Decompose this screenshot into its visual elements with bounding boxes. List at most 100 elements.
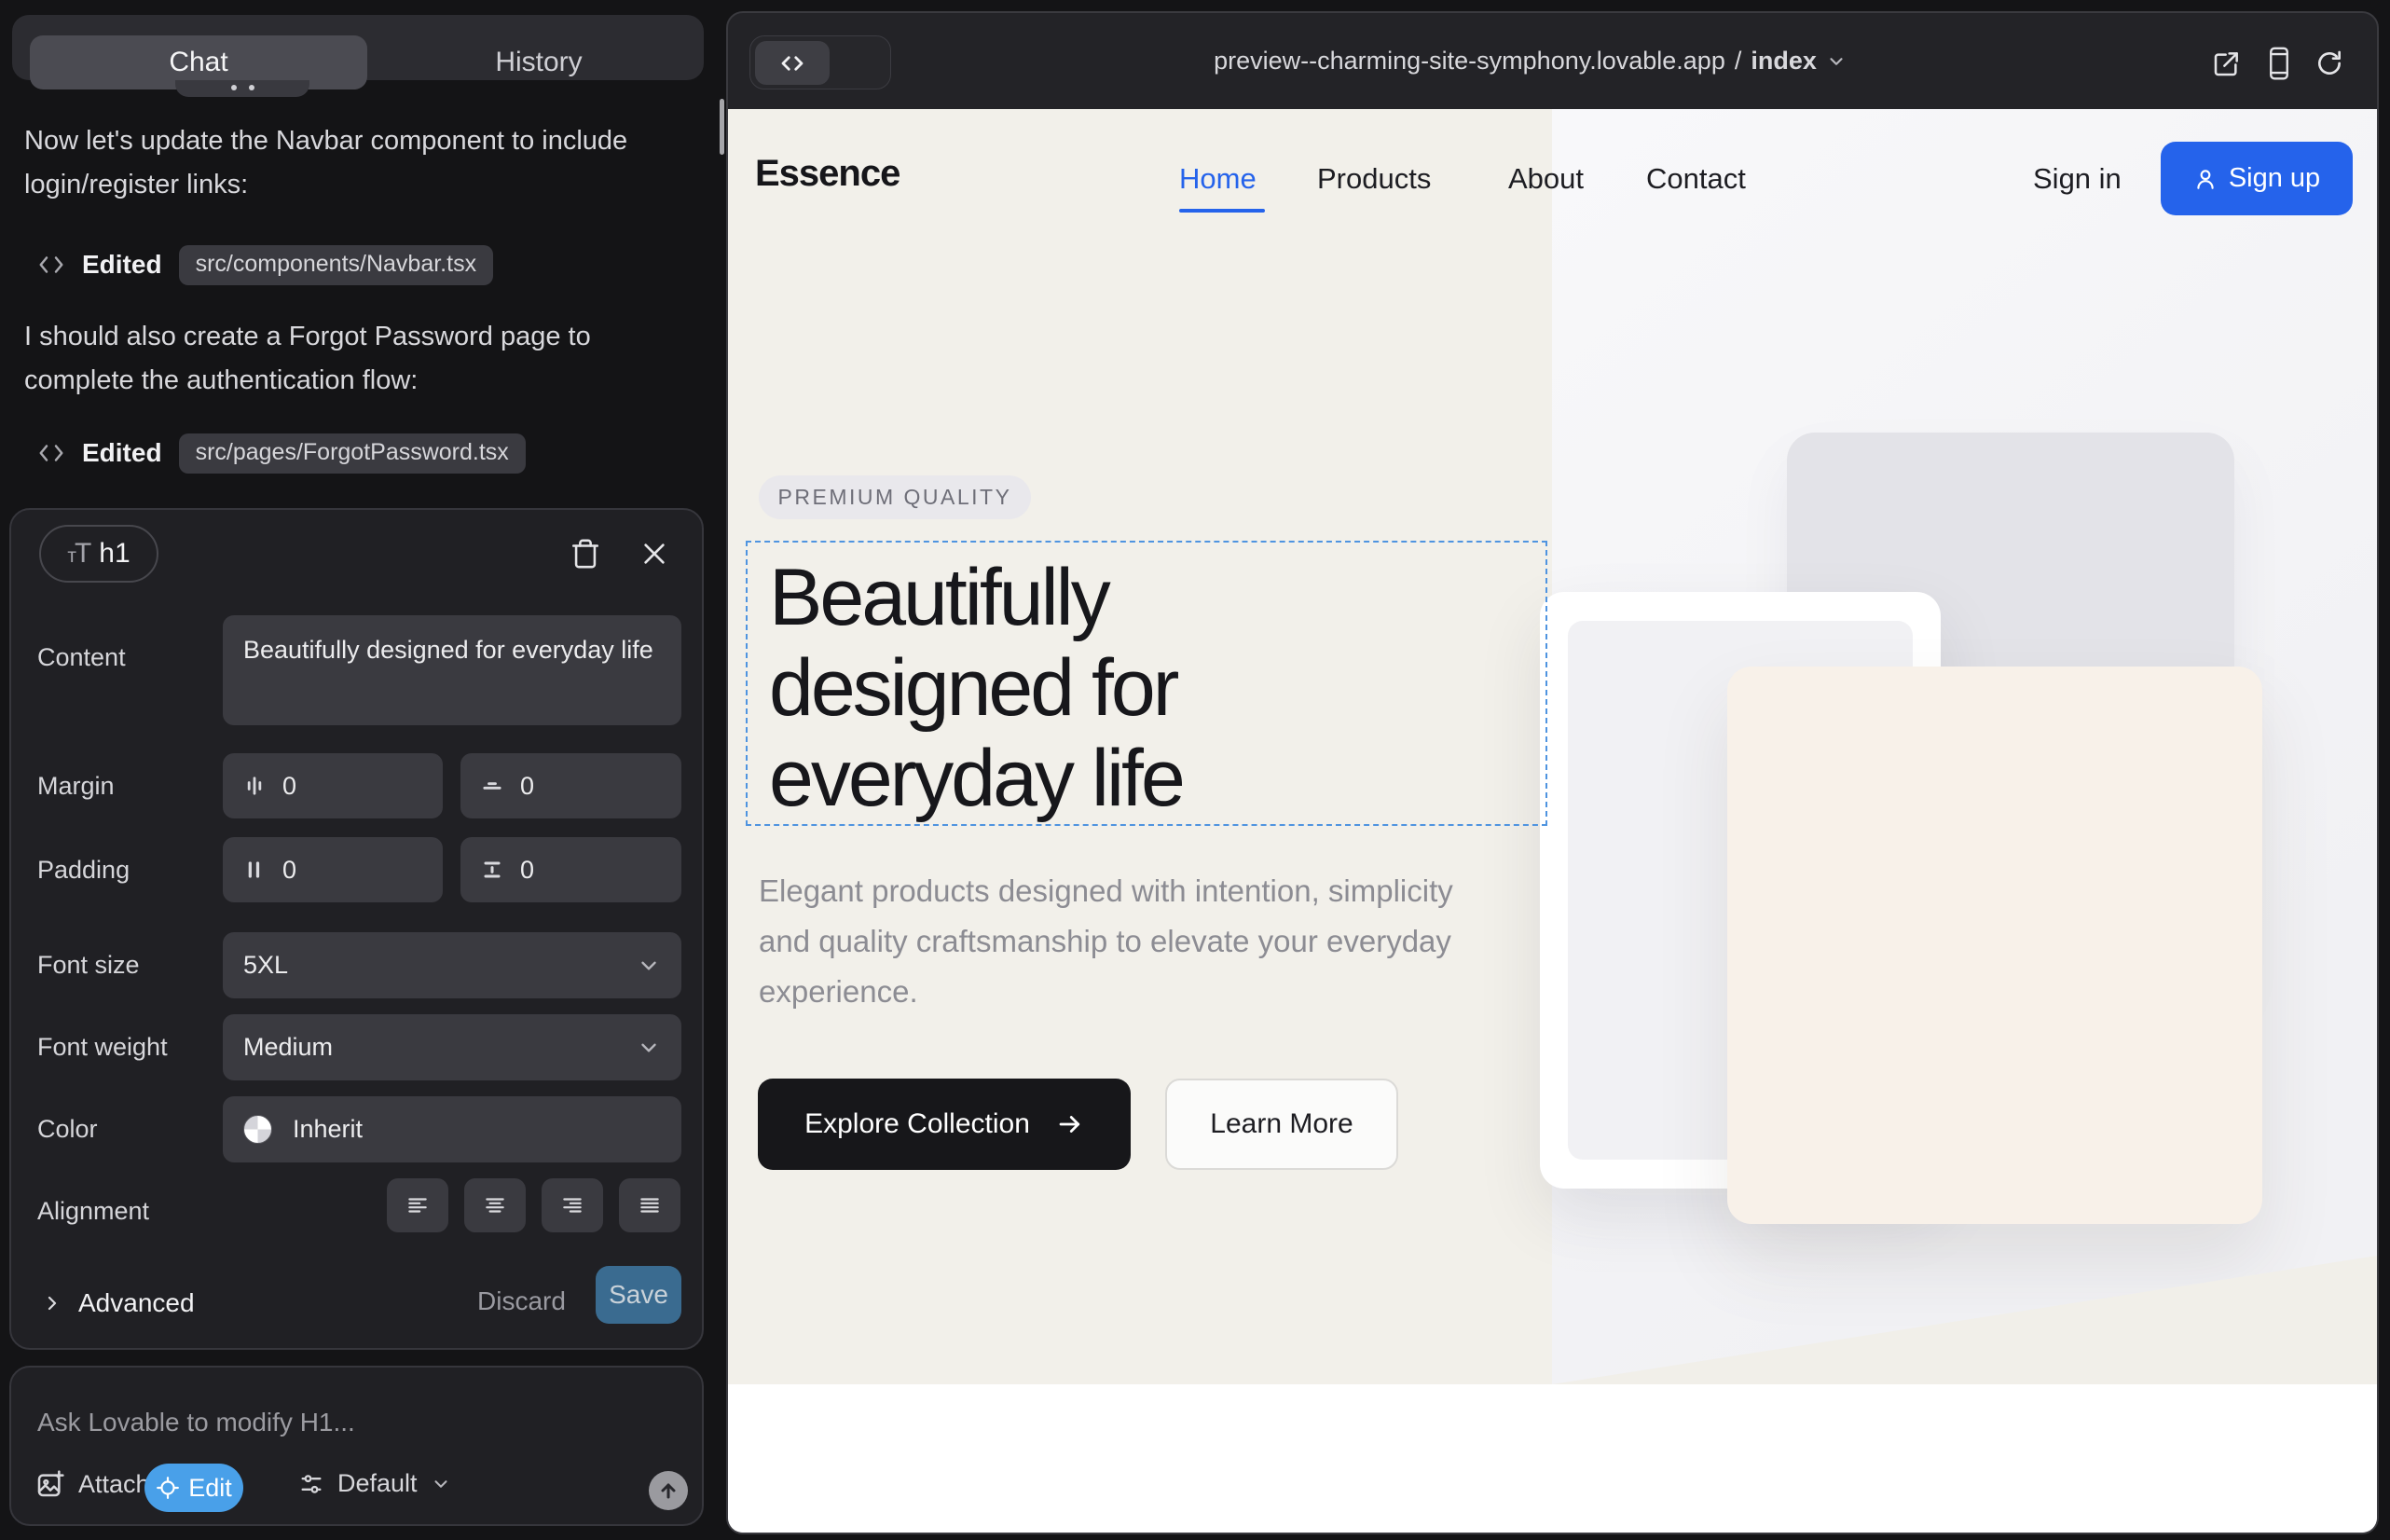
- align-left-button[interactable]: [387, 1178, 448, 1232]
- refresh-icon: [2314, 48, 2344, 78]
- advanced-label: Advanced: [78, 1288, 195, 1318]
- chevron-down-icon: [637, 1036, 661, 1060]
- nav-active-underline: [1179, 209, 1265, 213]
- font-weight-select[interactable]: Medium: [223, 1014, 681, 1080]
- color-label: Color: [37, 1115, 98, 1144]
- nav-link-products[interactable]: Products: [1317, 162, 1431, 196]
- align-right-button[interactable]: [542, 1178, 603, 1232]
- margin-label: Margin: [37, 772, 115, 801]
- close-icon[interactable]: [636, 535, 673, 572]
- chat-message: Now let's update the Navbar component to…: [24, 119, 692, 207]
- padding-vertical-icon: [479, 857, 505, 883]
- margin-x-input[interactable]: 0: [223, 753, 443, 818]
- smartphone-icon: [2265, 46, 2293, 81]
- composer: [9, 1366, 704, 1526]
- hero-badge: PREMIUM QUALITY: [759, 475, 1031, 519]
- external-link-icon: [2212, 48, 2242, 78]
- learn-more-label: Learn More: [1210, 1108, 1353, 1140]
- user-icon: [2193, 167, 2218, 191]
- sliders-icon: [298, 1471, 324, 1497]
- padding-label: Padding: [37, 856, 130, 885]
- align-justify-button[interactable]: [619, 1178, 680, 1232]
- file-chip[interactable]: src/pages/ForgotPassword.tsx: [179, 433, 526, 474]
- explore-collection-button[interactable]: Explore Collection: [758, 1079, 1131, 1170]
- explore-collection-label: Explore Collection: [804, 1108, 1030, 1140]
- tab-chat-label: Chat: [169, 47, 227, 78]
- tab-history-label: History: [495, 47, 582, 78]
- discard-button[interactable]: Discard: [477, 1286, 566, 1316]
- url-bar[interactable]: preview--charming-site-symphony.lovable.…: [1214, 47, 1847, 76]
- dot: [249, 85, 254, 90]
- chat-scrollbar[interactable]: [720, 99, 724, 155]
- padding-x-input[interactable]: 0: [223, 837, 443, 902]
- color-select[interactable]: Inherit: [223, 1096, 681, 1162]
- margin-horizontal-icon: [241, 773, 268, 799]
- sign-in-link[interactable]: Sign in: [2033, 162, 2122, 196]
- site-preview: Essence Home Products About Contact Sign…: [728, 109, 2377, 1534]
- margin-y-input[interactable]: 0: [460, 753, 681, 818]
- nav-link-about[interactable]: About: [1508, 162, 1584, 196]
- hero-paragraph: Elegant products designed with intention…: [759, 866, 1495, 1017]
- nav-link-home[interactable]: Home: [1179, 162, 1257, 196]
- padding-y-input[interactable]: 0: [460, 837, 681, 902]
- align-center-button[interactable]: [464, 1178, 526, 1232]
- color-swatch: [243, 1115, 272, 1144]
- site-logo[interactable]: Essence: [755, 153, 900, 195]
- hero-heading-line: everyday life: [769, 734, 1183, 824]
- nav-link-contact[interactable]: Contact: [1646, 162, 1746, 196]
- decor-card-cream: [1727, 667, 2262, 1224]
- edit-label: Edit: [188, 1474, 232, 1503]
- sign-up-button[interactable]: Sign up: [2161, 142, 2353, 215]
- dot: [231, 85, 237, 90]
- composer-input[interactable]: Ask Lovable to modify H1...: [37, 1408, 355, 1437]
- chevron-down-icon: [1826, 51, 1847, 72]
- chat-message: I should also create a Forgot Password p…: [24, 315, 692, 403]
- advanced-toggle[interactable]: Advanced: [41, 1288, 195, 1318]
- content-input[interactable]: Beautifully designed for everyday life: [223, 615, 681, 725]
- send-button[interactable]: [649, 1471, 688, 1510]
- image-plus-icon: [35, 1469, 65, 1499]
- edited-label: Edited: [82, 250, 162, 280]
- alignment-label: Alignment: [37, 1197, 149, 1226]
- chat-history-tabs: Chat History: [12, 15, 704, 80]
- tab-history[interactable]: History: [367, 35, 710, 89]
- padding-horizontal-icon: [241, 857, 268, 883]
- edited-row: Edited src/components/Navbar.tsx: [37, 244, 493, 285]
- code-icon: [37, 439, 65, 467]
- font-size-value: 5XL: [243, 951, 288, 980]
- edit-mode-button[interactable]: Edit: [144, 1464, 243, 1512]
- mobile-view-button[interactable]: [2260, 45, 2298, 82]
- hero-heading-line: designed for: [769, 643, 1183, 734]
- padding-x-value: 0: [282, 856, 296, 885]
- tag-name: h1: [99, 538, 130, 570]
- default-label: Default: [337, 1469, 418, 1498]
- preview-header: preview--charming-site-symphony.lovable.…: [728, 13, 2379, 109]
- preview-url: preview--charming-site-symphony.lovable.…: [1214, 47, 1725, 76]
- content-label: Content: [37, 643, 126, 672]
- learn-more-button[interactable]: Learn More: [1165, 1079, 1398, 1170]
- attach-button[interactable]: Attach: [35, 1469, 150, 1499]
- margin-vertical-icon: [479, 773, 505, 799]
- refresh-button[interactable]: [2311, 45, 2348, 82]
- hero-heading[interactable]: Beautifully designed for everyday life: [769, 553, 1183, 824]
- content-value: Beautifully designed for everyday life: [243, 631, 653, 668]
- font-weight-value: Medium: [243, 1033, 333, 1062]
- url-separator: /: [1735, 47, 1742, 76]
- chevron-down-icon: [637, 954, 661, 978]
- preview-path: index: [1751, 47, 1817, 76]
- font-size-select[interactable]: 5XL: [223, 932, 681, 998]
- padding-y-value: 0: [520, 856, 534, 885]
- color-value: Inherit: [293, 1115, 363, 1144]
- delete-element-button[interactable]: [567, 535, 604, 572]
- save-label: Save: [609, 1280, 668, 1310]
- code-view-button[interactable]: [755, 41, 830, 85]
- lovable-app: Chat History Now let's update the Navbar…: [0, 0, 2390, 1540]
- file-chip[interactable]: src/components/Navbar.tsx: [179, 245, 494, 285]
- code-icon: [778, 49, 806, 77]
- save-button[interactable]: Save: [596, 1266, 681, 1324]
- model-default-select[interactable]: Default: [298, 1469, 451, 1498]
- hero-heading-line: Beautifully: [769, 553, 1183, 643]
- sign-up-label: Sign up: [2229, 163, 2320, 194]
- site-section-below-hero: [728, 1384, 2377, 1534]
- open-in-new-tab-button[interactable]: [2208, 45, 2246, 82]
